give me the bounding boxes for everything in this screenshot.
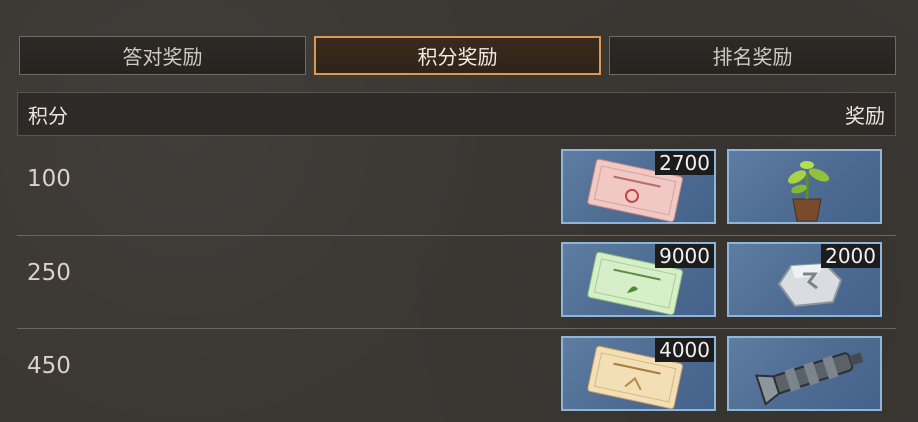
reward-item-slot[interactable] <box>727 336 882 411</box>
item-quantity: 2000 <box>821 244 880 268</box>
tab-correct-answer-reward[interactable]: 答对奖励 <box>19 36 306 75</box>
reward-item-slot[interactable]: 2000 <box>727 242 882 317</box>
potted-plant-icon <box>787 161 830 222</box>
reward-item-slot[interactable]: 4000 <box>561 336 716 411</box>
item-quantity: 9000 <box>655 244 714 268</box>
item-quantity: 2700 <box>655 151 714 175</box>
mechanical-part-icon <box>755 352 864 406</box>
table-header: 积分 奖励 <box>17 92 896 136</box>
reward-row: 450 4000 <box>17 329 896 421</box>
reward-row: 250 9000 2000 <box>17 236 896 328</box>
item-quantity: 4000 <box>655 338 714 362</box>
row-score: 250 <box>27 260 71 286</box>
reward-item-slot[interactable]: 2700 <box>561 149 716 224</box>
reward-row: 100 2700 <box>17 142 896 234</box>
reward-tabs: 答对奖励 积分奖励 排名奖励 <box>19 36 896 77</box>
reward-item-slot[interactable]: 9000 <box>561 242 716 317</box>
tab-points-reward[interactable]: 积分奖励 <box>314 36 601 75</box>
row-score: 100 <box>27 166 71 192</box>
reward-item-slot[interactable] <box>727 149 882 224</box>
column-reward-label: 奖励 <box>845 103 885 128</box>
row-score: 450 <box>27 353 71 379</box>
column-score-label: 积分 <box>28 103 68 128</box>
tab-ranking-reward[interactable]: 排名奖励 <box>609 36 896 75</box>
